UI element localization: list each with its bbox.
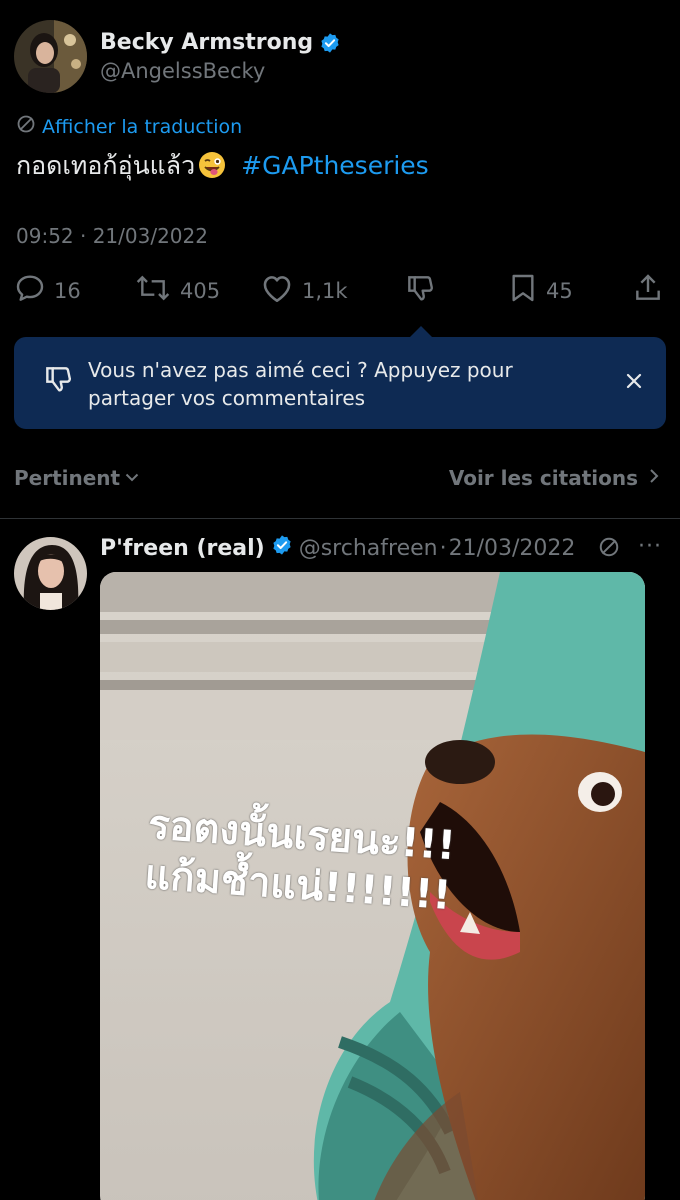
tweet-text: กอดเทอก้อุ่นแล้ว #GAPtheseries (16, 146, 429, 186)
retweet-button[interactable]: 405 (134, 272, 220, 309)
verified-badge-icon (319, 32, 341, 54)
bookmark-count: 45 (546, 278, 573, 303)
like-count: 1,1k (302, 278, 348, 303)
hashtag-link[interactable]: #GAPtheseries (241, 151, 429, 180)
author-info: Becky Armstrong @AngelssBecky (100, 30, 341, 83)
feedback-popup[interactable]: Vous n'avez pas aimé ceci ? Appuyez pour… (14, 337, 666, 429)
like-icon (260, 272, 302, 309)
retweet-icon (134, 272, 180, 309)
dislike-icon (42, 363, 74, 399)
author-handle[interactable]: @AngelssBecky (100, 59, 341, 83)
reply-author-name[interactable]: P'freen (real) (100, 536, 265, 561)
media-caption: รอตงนั้นเรยนะ!!! แก้มช้ำแน่!!!!!!! (143, 800, 457, 921)
sort-label: Pertinent (14, 466, 121, 490)
author-avatar[interactable] (14, 20, 87, 93)
dislike-button[interactable] (404, 272, 444, 309)
reply-date[interactable]: 21/03/2022 (449, 536, 576, 561)
reply-count: 16 (54, 278, 81, 303)
reply-header: P'freen (real) @srchafreen · 21/03/2022 … (100, 534, 666, 562)
quotes-label: Voir les citations (448, 466, 638, 490)
reply-tweet[interactable]: P'freen (real) @srchafreen · 21/03/2022 … (0, 519, 680, 1200)
more-icon[interactable]: ··· (638, 534, 662, 559)
reply-icon (14, 272, 54, 309)
like-button[interactable]: 1,1k (260, 272, 348, 309)
view-quotes-link[interactable]: Voir les citations (449, 466, 660, 490)
winking-face-tongue-icon (197, 150, 227, 180)
verified-badge-icon (271, 534, 293, 562)
tweet-timestamp[interactable]: 09:52 · 21/03/2022 (16, 224, 208, 248)
tweet-header: Becky Armstrong @AngelssBecky (14, 20, 341, 93)
close-icon[interactable] (624, 371, 644, 395)
chevron-right-icon (638, 466, 660, 490)
share-button[interactable] (632, 272, 672, 309)
bookmark-button[interactable]: 45 (508, 272, 573, 309)
chevron-down-icon (120, 466, 140, 490)
translate-label: Afficher la traduction (42, 115, 243, 138)
popup-message: Vous n'avez pas aimé ceci ? Appuyez pour… (88, 358, 513, 410)
reply-media-image[interactable]: รอตงนั้นเรยนะ!!! แก้มช้ำแน่!!!!!!! (100, 572, 645, 1200)
dislike-icon (404, 272, 444, 309)
tweet-body: กอดเทอก้อุ่นแล้ว (16, 151, 196, 180)
bookmark-icon (508, 272, 546, 309)
separator-dot: · (439, 535, 447, 561)
action-bar: 16 405 1,1k 45 (14, 272, 666, 312)
translate-link[interactable]: Afficher la traduction (16, 114, 242, 139)
reply-button[interactable]: 16 (14, 272, 81, 309)
translate-icon (16, 114, 42, 139)
sort-dropdown[interactable]: Pertinent (14, 466, 140, 490)
translate-icon[interactable] (598, 536, 620, 564)
share-icon (632, 272, 672, 309)
author-name[interactable]: Becky Armstrong (100, 30, 313, 55)
replies-controls: Pertinent Voir les citations (14, 466, 666, 496)
reply-author-avatar[interactable] (14, 537, 87, 610)
reply-author-handle[interactable]: @srchafreen (299, 536, 438, 561)
retweet-count: 405 (180, 278, 221, 303)
